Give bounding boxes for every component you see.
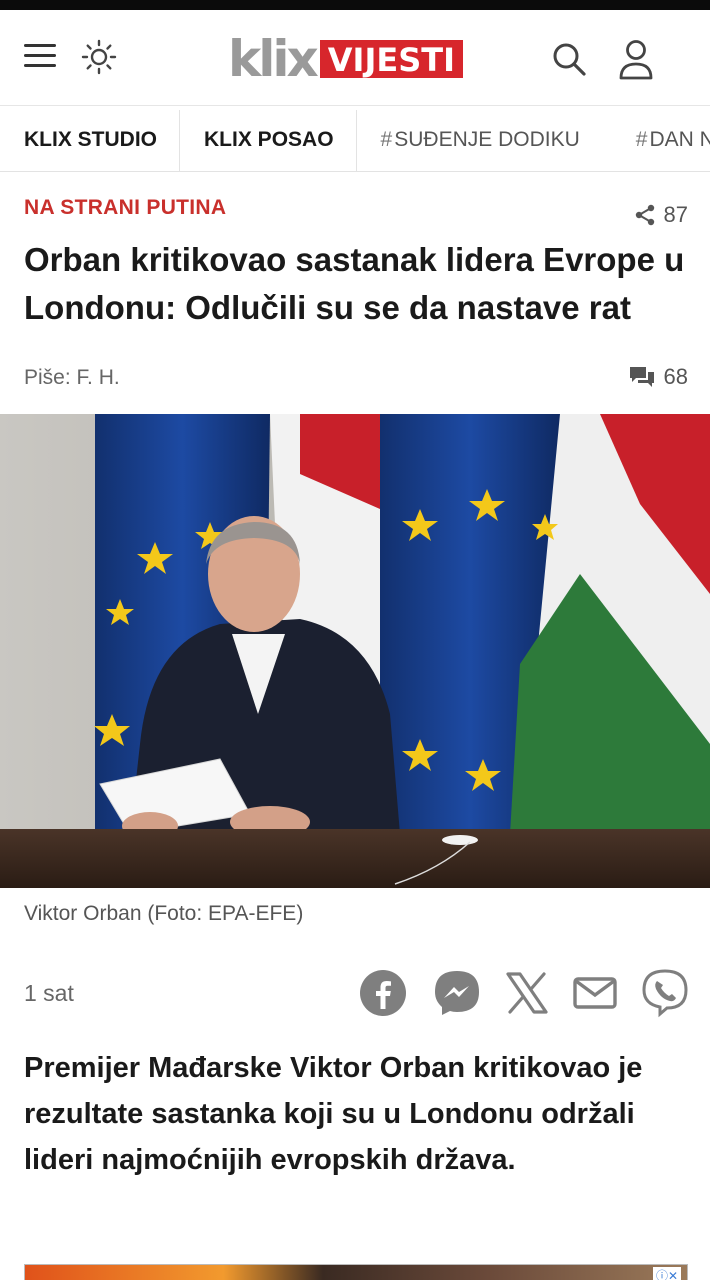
- ad-info-icon[interactable]: ⓘ✕: [652, 1267, 681, 1280]
- tab-klix-studio[interactable]: KLIX STUDIO: [0, 110, 181, 171]
- comments-icon: [629, 367, 654, 387]
- email-icon[interactable]: [570, 968, 620, 1018]
- article-author: Piše: F. H.: [24, 366, 120, 389]
- category-tabs: KLIX STUDIO KLIX POSAO #SUĐENJE DODIKU #…: [0, 110, 710, 172]
- messenger-icon[interactable]: [432, 968, 482, 1018]
- tab-label: KLIX STUDIO: [24, 128, 158, 151]
- tab-sudenje-dodiku[interactable]: #SUĐENJE DODIKU: [357, 110, 612, 171]
- x-icon[interactable]: [502, 968, 552, 1018]
- article-lead: Premijer Mađarske Viktor Orban kritikova…: [24, 1052, 643, 1176]
- search-icon[interactable]: [550, 40, 588, 78]
- publish-time: 1 sat: [24, 980, 74, 1006]
- comment-count-value: 68: [663, 364, 688, 389]
- tab-klix-posao[interactable]: KLIX POSAO: [180, 110, 357, 171]
- user-icon[interactable]: [616, 38, 656, 82]
- share-icon: [635, 204, 654, 226]
- facebook-icon[interactable]: [358, 968, 408, 1018]
- logo-klix-text: klix: [228, 30, 319, 88]
- tab-label: SUĐENJE DODIKU: [394, 128, 580, 151]
- article-headline: Orban kritikovao sastanak lidera Evrope …: [24, 241, 685, 326]
- viber-icon[interactable]: [640, 968, 690, 1018]
- social-share-bar: [358, 968, 692, 1018]
- comment-count[interactable]: 68: [628, 364, 688, 390]
- advertisement-banner[interactable]: ⓘ✕: [24, 1264, 688, 1280]
- status-bar: [0, 0, 710, 10]
- top-header: klix VIJESTI: [0, 10, 710, 106]
- sun-icon[interactable]: [80, 38, 118, 76]
- hash-sign: #: [635, 128, 648, 151]
- hash-sign: #: [380, 128, 393, 151]
- tab-label: KLIX POSAO: [204, 128, 334, 151]
- photo-caption: Viktor Orban (Foto: EPA-EFE): [24, 902, 304, 925]
- share-count-value: 87: [663, 202, 688, 227]
- article-kicker[interactable]: NA STRANI PUTINA: [24, 196, 226, 220]
- tab-label: DAN NEZ: [649, 128, 710, 151]
- klix-vijesti-logo[interactable]: klix VIJESTI: [228, 34, 463, 84]
- tab-dan-nez[interactable]: #DAN NEZ: [612, 110, 710, 171]
- logo-vijesti-text: VIJESTI: [319, 40, 463, 78]
- share-count[interactable]: 87: [634, 202, 688, 228]
- hamburger-menu-icon[interactable]: [24, 44, 56, 70]
- article-photo[interactable]: [0, 414, 710, 888]
